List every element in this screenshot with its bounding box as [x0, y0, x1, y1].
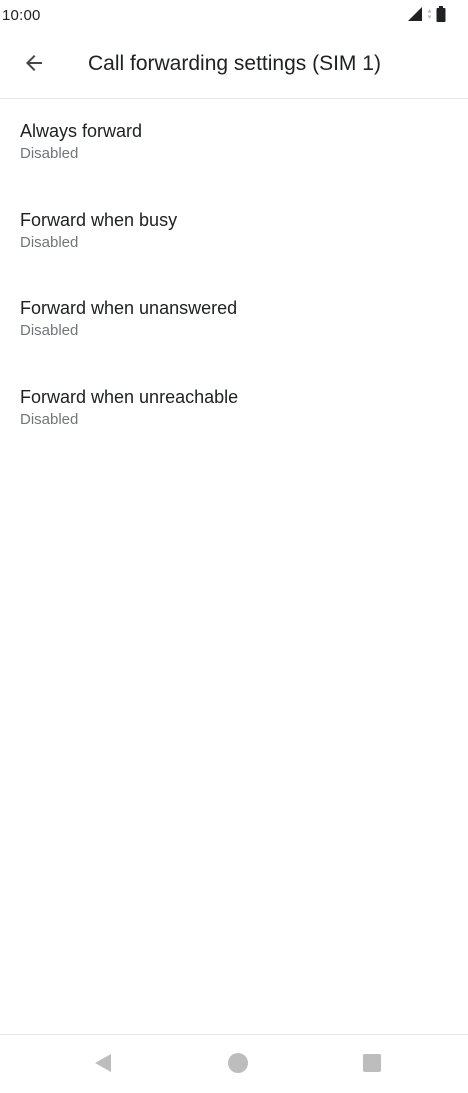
- pref-title: Forward when unreachable: [20, 386, 239, 407]
- status-time: 10:00: [2, 7, 41, 24]
- arrow-back-icon: [22, 51, 46, 80]
- page-title: Call forwarding settings (SIM 1): [88, 52, 381, 75]
- pref-summary: Disabled: [20, 145, 79, 162]
- app-bar: Call forwarding settings (SIM 1): [0, 32, 468, 99]
- pref-forward-when-unanswered[interactable]: Forward when unanswered Disabled: [0, 276, 468, 365]
- pref-always-forward[interactable]: Always forward Disabled: [0, 99, 468, 188]
- data-arrows-icon: [427, 7, 432, 25]
- navigation-bar: [0, 1034, 468, 1093]
- recents-square-icon: [362, 1053, 382, 1078]
- back-button[interactable]: [10, 41, 58, 89]
- status-bar: 10:00: [0, 0, 468, 32]
- battery-icon: [436, 5, 446, 27]
- pref-forward-when-unreachable[interactable]: Forward when unreachable Disabled: [0, 365, 468, 454]
- back-triangle-icon: [92, 1052, 114, 1079]
- pref-summary: Disabled: [20, 322, 79, 339]
- nav-back-button[interactable]: [81, 1043, 125, 1087]
- pref-title: Always forward: [20, 121, 143, 141]
- status-icons: [407, 5, 446, 27]
- pref-summary: Disabled: [20, 233, 79, 251]
- pref-forward-when-busy[interactable]: Forward when busy Disabled: [0, 188, 468, 277]
- signal-icon: [407, 6, 423, 27]
- nav-recents-button[interactable]: [350, 1043, 394, 1087]
- preference-list: Always forward Disabled Forward when bus…: [0, 99, 468, 453]
- pref-title: Forward when unanswered: [20, 298, 238, 318]
- nav-home-button[interactable]: [216, 1043, 260, 1087]
- home-circle-icon: [227, 1052, 249, 1079]
- pref-title: Forward when busy: [20, 209, 178, 230]
- pref-summary: Disabled: [20, 410, 79, 428]
